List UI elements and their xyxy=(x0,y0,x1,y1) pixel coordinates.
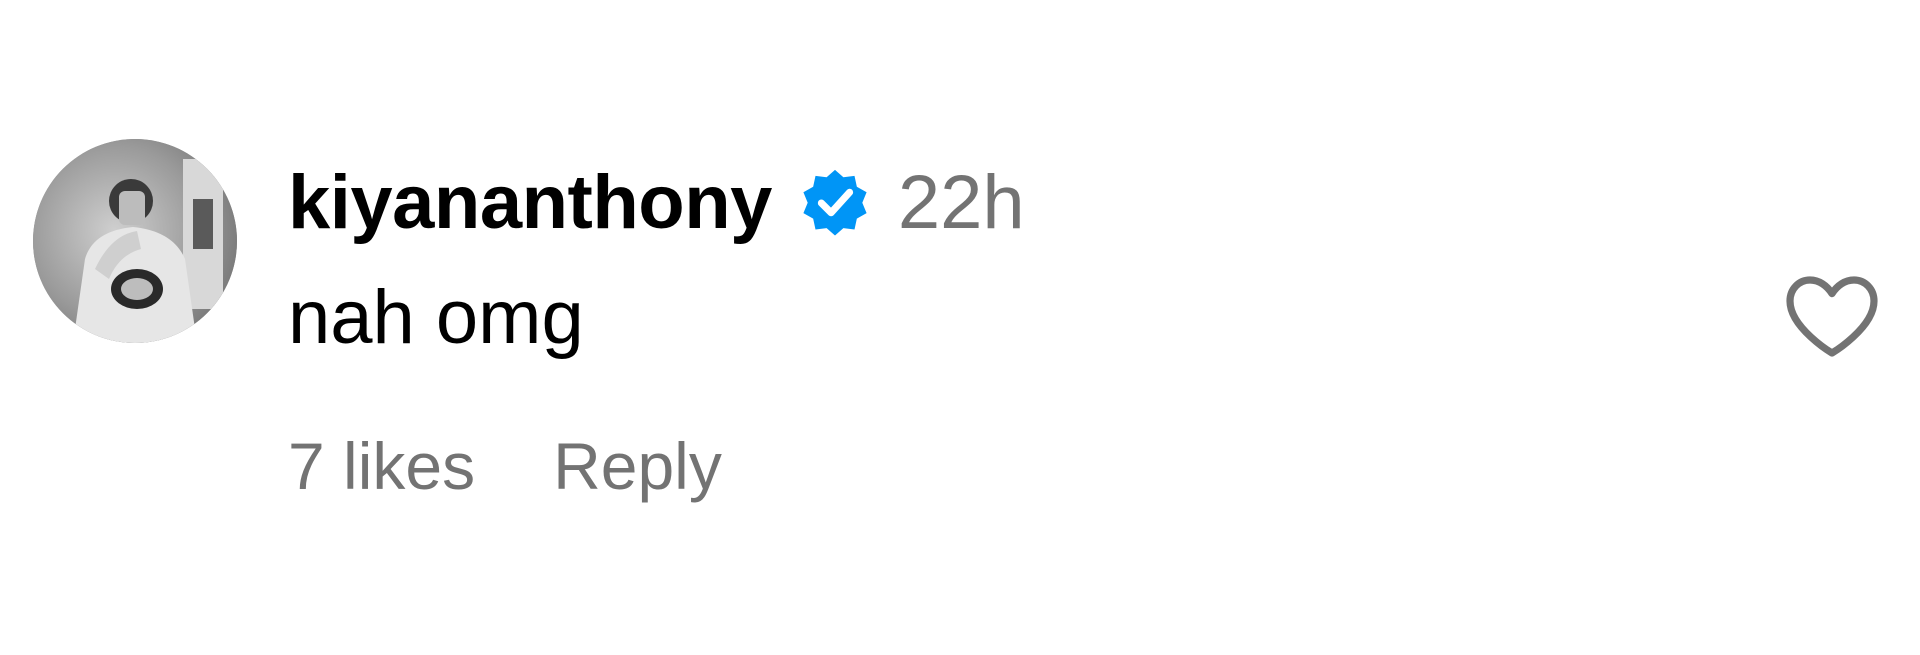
heart-outline-icon xyxy=(1786,276,1878,357)
verified-badge-icon xyxy=(796,163,874,241)
comment-text: nah omg xyxy=(288,275,584,360)
reply-button[interactable]: Reply xyxy=(553,428,722,504)
timestamp-link[interactable]: 22h xyxy=(898,159,1025,246)
likes-count-button[interactable]: 7 likes xyxy=(288,428,475,504)
comment-row: kiyananthony 22h nah omg 7 likes Reply xyxy=(0,0,1920,655)
comment-header: kiyananthony 22h xyxy=(288,152,1025,252)
avatar[interactable] xyxy=(33,139,237,343)
comment-actions: 7 likes Reply xyxy=(288,428,722,504)
username-link[interactable]: kiyananthony xyxy=(288,159,772,246)
like-button[interactable] xyxy=(1782,272,1882,360)
avatar-photo xyxy=(33,139,237,343)
